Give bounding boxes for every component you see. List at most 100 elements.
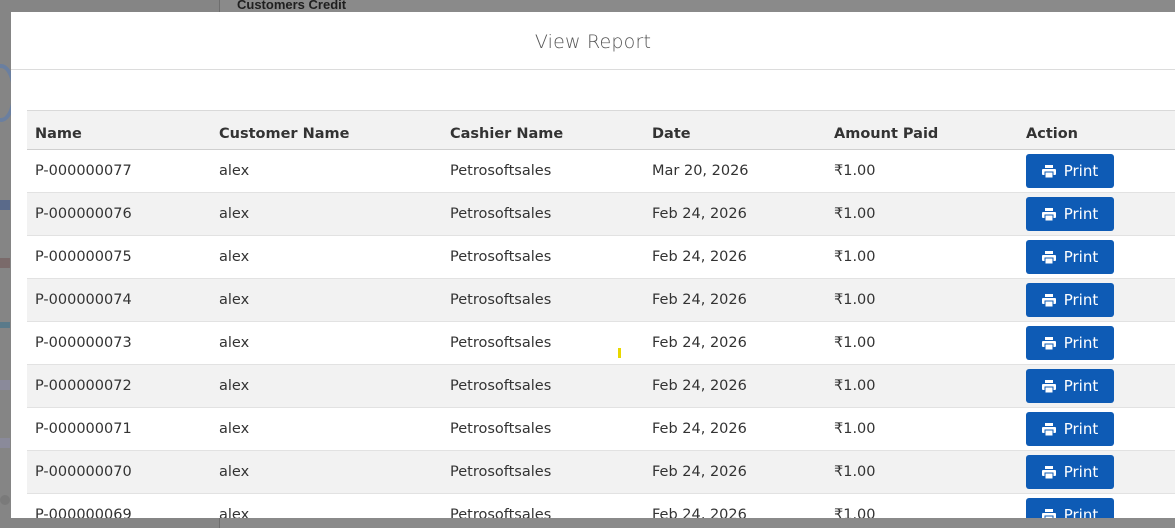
report-table-container: Name Customer Name Cashier Name Date Amount … [27, 110, 1175, 518]
print-button[interactable]: Print [1026, 369, 1114, 403]
table-row: P-000000069 alex Petrosoftsales Feb 24, 202… [27, 493, 1175, 518]
cashier-name-cell: Petrosoftsales [442, 321, 644, 365]
table-header-row: Name Customer Name Cashier Name Date Amount … [27, 110, 1175, 150]
table-body: P-000000077 alex Petrosoftsales Mar 20, 202… [27, 149, 1175, 518]
print-button[interactable]: Print [1026, 412, 1114, 446]
background-page-title: Customers Credit [237, 0, 347, 12]
amount-paid-cell: ₹1.00 [826, 235, 1018, 279]
view-report-modal: View Report Name Customer Name Cashier Nam… [11, 12, 1175, 518]
table-row: P-000000074 alex Petrosoftsales Feb 24, 202… [27, 278, 1175, 322]
print-button-label: Print [1063, 377, 1099, 395]
cashier-name-cell: Petrosoftsales [442, 407, 644, 451]
cashier-name-cell: Petrosoftsales [442, 364, 644, 408]
date-cell: Mar 20, 2026 [644, 149, 826, 193]
date-cell: Feb 24, 2026 [644, 278, 826, 322]
print-button-label: Print [1063, 334, 1099, 352]
print-button[interactable]: Print [1026, 240, 1114, 274]
date-cell: Feb 24, 2026 [644, 235, 826, 279]
printer-icon [1041, 293, 1056, 307]
customer-name-cell: alex [211, 235, 442, 279]
customer-name-cell: alex [211, 149, 442, 193]
printer-icon [1041, 336, 1056, 350]
action-cell: Print [1018, 321, 1175, 365]
card-icon [0, 258, 10, 268]
payment-name-cell: P-000000075 [27, 235, 211, 279]
printer-icon [1041, 379, 1056, 393]
customer-name-cell: alex [211, 278, 442, 322]
customer-name-cell: alex [211, 192, 442, 236]
payment-name-cell: P-000000070 [27, 450, 211, 494]
column-header: Customer Name [219, 126, 350, 142]
print-button-label: Print [1063, 291, 1099, 309]
printer-icon [1041, 465, 1056, 479]
modal-header: View Report [11, 12, 1175, 70]
table-row: P-000000076 alex Petrosoftsales Feb 24, 202… [27, 192, 1175, 236]
date-cell: Feb 24, 2026 [644, 493, 826, 518]
customer-name-cell: alex [211, 407, 442, 451]
action-cell: Print [1018, 493, 1175, 518]
action-cell: Print [1018, 407, 1175, 451]
print-button-label: Print [1063, 420, 1099, 438]
cashier-name-cell: Petrosoftsales [442, 278, 644, 322]
gear-icon [0, 495, 10, 505]
report-icon [0, 438, 10, 448]
action-cell: Print [1018, 278, 1175, 322]
payment-name-cell: P-000000069 [27, 493, 211, 518]
amount-paid-cell: ₹1.00 [826, 364, 1018, 408]
table-row: P-000000072 alex Petrosoftsales Feb 24, 202… [27, 364, 1175, 408]
print-button-label: Print [1063, 248, 1099, 266]
amount-paid-cell: ₹1.00 [826, 407, 1018, 451]
printer-icon [1041, 508, 1056, 518]
table-row: P-000000070 alex Petrosoftsales Feb 24, 202… [27, 450, 1175, 494]
printer-icon [1041, 164, 1056, 178]
column-header: Name [35, 126, 82, 142]
amount-paid-cell: ₹1.00 [826, 192, 1018, 236]
date-cell: Feb 24, 2026 [644, 192, 826, 236]
printer-icon [1041, 250, 1056, 264]
payment-name-cell: P-000000071 [27, 407, 211, 451]
chart-icon [0, 200, 10, 210]
date-cell: Feb 24, 2026 [644, 321, 826, 365]
payment-name-cell: P-000000072 [27, 364, 211, 408]
amount-paid-cell: ₹1.00 [826, 450, 1018, 494]
cashier-name-cell: Petrosoftsales [442, 493, 644, 518]
action-cell: Print [1018, 192, 1175, 236]
cashier-name-cell: Petrosoftsales [442, 235, 644, 279]
print-button[interactable]: Print [1026, 498, 1114, 518]
customer-name-cell: alex [211, 493, 442, 518]
document-icon [0, 380, 10, 390]
payment-name-cell: P-000000073 [27, 321, 211, 365]
amount-paid-cell: ₹1.00 [826, 278, 1018, 322]
amount-paid-cell: ₹1.00 [826, 493, 1018, 518]
customer-name-cell: alex [211, 321, 442, 365]
table-row: P-000000073 alex Petrosoftsales Feb 24, 202… [27, 321, 1175, 365]
customer-name-cell: alex [211, 450, 442, 494]
print-button[interactable]: Print [1026, 197, 1114, 231]
print-button-label: Print [1063, 463, 1099, 481]
column-header: Action [1026, 126, 1079, 142]
amount-paid-cell: ₹1.00 [826, 149, 1018, 193]
print-button-label: Print [1063, 205, 1099, 223]
action-cell: Print [1018, 364, 1175, 408]
print-button-label: Print [1063, 162, 1099, 180]
action-cell: Print [1018, 235, 1175, 279]
column-header: Cashier Name [450, 126, 564, 142]
payment-name-cell: P-000000074 [27, 278, 211, 322]
report-table: Name Customer Name Cashier Name Date Amount … [27, 110, 1175, 518]
print-button[interactable]: Print [1026, 283, 1114, 317]
action-cell: Print [1018, 149, 1175, 193]
print-button[interactable]: Print [1026, 326, 1114, 360]
payment-name-cell: P-000000076 [27, 192, 211, 236]
date-cell: Feb 24, 2026 [644, 364, 826, 408]
payment-name-cell: P-000000077 [27, 149, 211, 193]
column-header: Date [652, 126, 691, 142]
print-button[interactable]: Print [1026, 154, 1114, 188]
print-button[interactable]: Print [1026, 455, 1114, 489]
list-icon [0, 322, 10, 328]
cashier-name-cell: Petrosoftsales [442, 192, 644, 236]
printer-icon [1041, 422, 1056, 436]
text-cursor-marker [618, 348, 621, 358]
date-cell: Feb 24, 2026 [644, 450, 826, 494]
modal-title: View Report [534, 31, 652, 53]
table-row: P-000000077 alex Petrosoftsales Mar 20, 202… [27, 149, 1175, 193]
